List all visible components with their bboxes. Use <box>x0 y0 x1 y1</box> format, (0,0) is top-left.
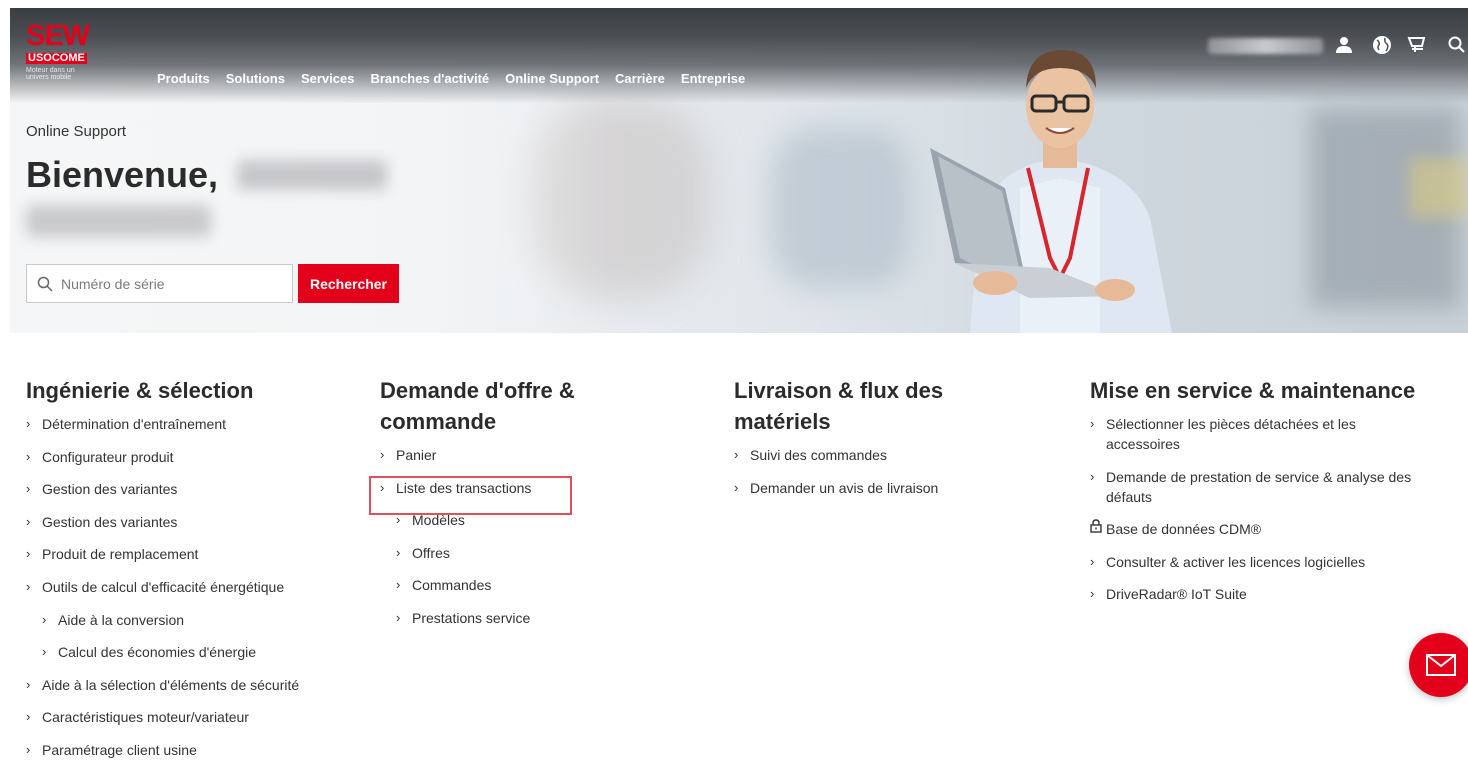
nav-item-online-support[interactable]: Online Support <box>505 71 599 86</box>
link-prestation-analyse[interactable]: › Demande de prestation de service & anal… <box>1090 467 1420 507</box>
link-modeles[interactable]: › Modèles <box>396 510 680 530</box>
globe-icon[interactable] <box>1371 34 1393 56</box>
link-caracteristiques[interactable]: › Caractéristiques moteur/variateur <box>26 707 356 727</box>
main-nav: Produits Solutions Services Branches d'a… <box>157 71 761 86</box>
contact-mail-button[interactable] <box>1409 633 1468 697</box>
column-title: Ingénierie & sélection <box>26 378 254 403</box>
link-conversion[interactable]: › Aide à la conversion <box>42 610 356 630</box>
column-title: Demande d'offre & commande <box>380 378 575 434</box>
lock-icon <box>1090 519 1102 539</box>
link-variantes-2[interactable]: › Gestion des variantes <box>26 512 356 532</box>
link-offres[interactable]: › Offres <box>396 543 680 563</box>
link-panier[interactable]: › Panier <box>380 445 680 465</box>
search-button[interactable]: Rechercher <box>298 264 399 303</box>
search-icon[interactable] <box>1446 34 1468 56</box>
link-remplacement[interactable]: › Produit de remplacement <box>26 544 356 564</box>
link-economies[interactable]: › Calcul des économies d'énergie <box>42 642 356 662</box>
link-avis-livraison[interactable]: › Demander un avis de livraison <box>734 478 1034 498</box>
link-efficacite[interactable]: › Outils de calcul d'efficacité énergétiq… <box>26 577 356 597</box>
column-title: Mise en service & maintenance <box>1090 378 1416 403</box>
link-pieces[interactable]: › Sélectionner les pièces détachées et le… <box>1090 414 1420 454</box>
breadcrumb: Online Support <box>26 123 127 140</box>
nav-item-entreprise[interactable]: Entreprise <box>681 71 745 86</box>
sew-usocome-logo[interactable]: SEW USOCOME Moteur dans un univers mobil… <box>26 20 106 81</box>
nav-item-solutions[interactable]: Solutions <box>226 71 285 86</box>
column-title: Livraison & flux des matériels <box>734 378 944 434</box>
link-securite[interactable]: › Aide à la sélection d'éléments de sécur… <box>26 675 356 695</box>
logo-subtitle: USOCOME <box>26 52 87 64</box>
column-service: Mise en service & maintenance › Sélection… <box>1090 375 1420 617</box>
link-cdm[interactable]: Base de données CDM® <box>1090 519 1420 539</box>
logo-wordmark: SEW <box>26 20 90 52</box>
nav-item-produits[interactable]: Produits <box>157 71 210 86</box>
link-commandes[interactable]: › Commandes <box>396 575 680 595</box>
link-determination[interactable]: › Détermination d'entraînement <box>26 414 356 434</box>
column-order: Demande d'offre & commande › Panier › List… <box>380 375 680 641</box>
link-suivi[interactable]: › Suivi des commandes <box>734 445 1034 465</box>
user-icon[interactable] <box>1333 34 1355 56</box>
nav-item-carriere[interactable]: Carrière <box>615 71 665 86</box>
link-driveradar[interactable]: › DriveRadar® IoT Suite <box>1090 584 1420 604</box>
hero-person-image <box>930 50 1172 333</box>
link-transactions[interactable]: › Liste des transactions <box>380 478 680 498</box>
nav-item-services[interactable]: Services <box>301 71 355 86</box>
link-licences[interactable]: › Consulter & activer les licences logici… <box>1090 552 1420 572</box>
nav-item-branches[interactable]: Branches d'activité <box>370 71 489 86</box>
serial-search-field[interactable] <box>26 264 293 303</box>
logo-tagline: Moteur dans un univers mobile <box>26 67 75 81</box>
user-surname-blurred <box>26 205 211 237</box>
username-blurred[interactable] <box>1208 38 1323 54</box>
column-engineering: Ingénierie & sélection › Détermination d'… <box>26 375 356 761</box>
mail-icon <box>1426 654 1456 676</box>
link-parametrage[interactable]: › Paramétrage client usine <box>26 740 356 760</box>
serial-search-input[interactable] <box>61 275 281 292</box>
link-prestations[interactable]: › Prestations service <box>396 608 680 628</box>
page-title: Bienvenue, <box>26 154 219 195</box>
cart-icon[interactable] <box>1406 34 1428 56</box>
search-icon <box>37 276 53 292</box>
user-name-blurred <box>237 160 387 190</box>
column-delivery: Livraison & flux des matériels › Suivi de… <box>734 375 1034 510</box>
link-configurateur[interactable]: › Configurateur produit <box>26 447 356 467</box>
link-variantes-1[interactable]: › Gestion des variantes <box>26 479 356 499</box>
